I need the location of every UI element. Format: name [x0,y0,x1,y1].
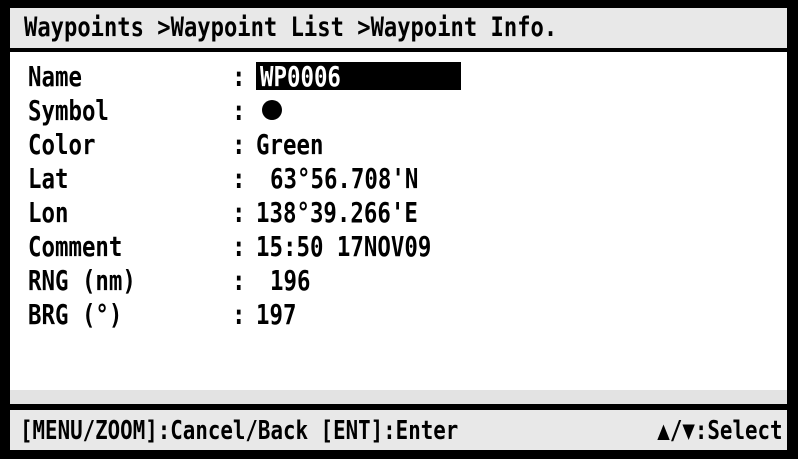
header-bar: Waypoints >Waypoint List >Waypoint Info. [10,8,787,48]
separator: : [232,128,246,161]
separator: : [232,264,246,297]
waypoint-info-screen: Waypoints >Waypoint List >Waypoint Info.… [0,0,798,459]
lat-value: 63°56.708'N [270,162,419,195]
filled-circle-icon [262,100,282,120]
separator: : [232,162,246,195]
key-hints-right: ▲/▼:Select [657,416,783,446]
comment-label: Comment [28,230,123,263]
panel-bottom-strip [10,390,787,404]
key-hints-left: [MENU/ZOOM]:Cancel/Back [ENT]:Enter [20,416,459,446]
field-row-name[interactable]: Name : WP0006 [10,60,770,94]
lon-label: Lon [28,196,69,229]
separator: : [232,94,246,127]
color-value: Green [256,128,324,161]
rng-value: 196 [270,264,311,297]
symbol-label: Symbol [28,94,109,127]
name-value: WP0006 [260,60,341,93]
brg-label: BRG (°) [28,298,123,331]
brg-value: 197 [256,298,297,331]
separator: : [232,230,246,263]
field-row-brg: BRG (°) : 197 [10,298,770,332]
field-row-color[interactable]: Color : Green [10,128,770,162]
lat-label: Lat [28,162,69,195]
color-label: Color [28,128,96,161]
rng-label: RNG (nm) [28,264,136,297]
separator: : [232,196,246,229]
field-row-lat[interactable]: Lat : 63°56.708'N [10,162,770,196]
breadcrumb: Waypoints >Waypoint List >Waypoint Info. [24,12,558,43]
name-field-selected[interactable]: WP0006 [256,60,461,93]
separator: : [232,298,246,331]
separator: : [232,60,246,93]
comment-value: 15:50 17NOV09 [256,230,432,263]
footer-bar: [MENU/ZOOM]:Cancel/Back [ENT]:Enter ▲/▼:… [10,410,787,450]
lon-value: 138°39.266'E [256,196,418,229]
name-label: Name [28,60,82,93]
field-row-lon[interactable]: Lon : 138°39.266'E [10,196,770,230]
field-row-rng: RNG (nm) : 196 [10,264,770,298]
field-row-symbol[interactable]: Symbol : [10,94,770,128]
field-row-comment[interactable]: Comment : 15:50 17NOV09 [10,230,770,264]
